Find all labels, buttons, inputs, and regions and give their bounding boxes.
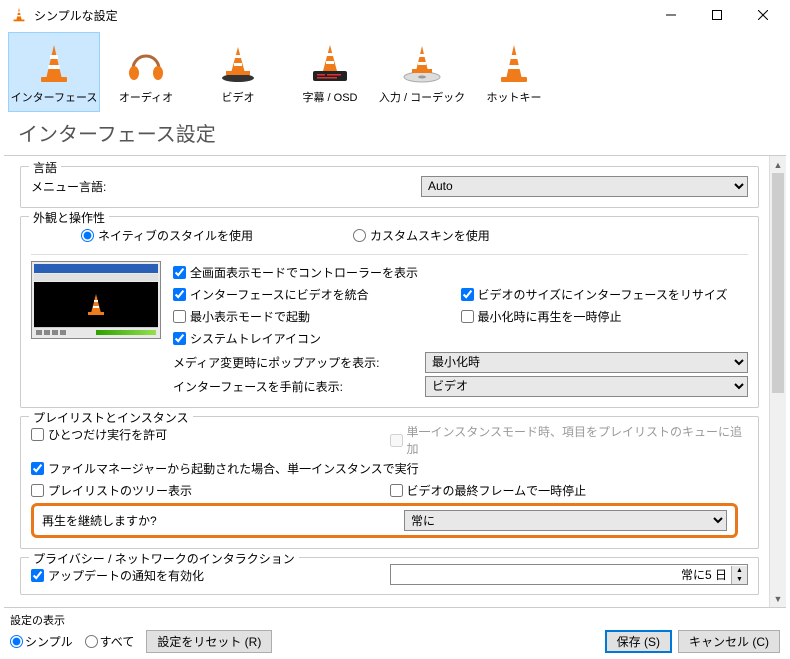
tab-hotkeys[interactable]: ホットキー bbox=[468, 32, 560, 112]
chk-filemanager-single[interactable]: ファイルマネージャーから起動された場合、単一インスタンスで実行 bbox=[31, 457, 748, 479]
minimize-button[interactable] bbox=[648, 0, 694, 30]
chk-pause-minimized[interactable]: 最小化時に再生を一時停止 bbox=[461, 305, 749, 327]
titlebar: シンプルな設定 bbox=[0, 0, 790, 30]
chk-fullscreen-controller[interactable]: 全画面表示モードでコントローラーを表示 bbox=[173, 261, 748, 283]
interface-preview bbox=[31, 261, 161, 339]
tab-video[interactable]: ビデオ bbox=[192, 32, 284, 112]
chk-systray-icon[interactable]: システムトレイアイコン bbox=[173, 327, 461, 349]
cone-icon bbox=[490, 43, 538, 85]
cone-icon bbox=[30, 43, 78, 85]
tab-label: ホットキー bbox=[487, 89, 542, 105]
radio-all[interactable]: すべて bbox=[85, 633, 135, 650]
tab-label: ビデオ bbox=[222, 89, 255, 105]
settings-content: 言語 メニュー言語: Auto 外観と操作性 ネイティブのスタイルを使用 カスタ… bbox=[4, 156, 769, 607]
vertical-scrollbar[interactable]: ▲ ▼ bbox=[769, 156, 786, 607]
tab-label: 入力 / コーデック bbox=[379, 89, 465, 105]
group-legend: プレイリストとインスタンス bbox=[29, 409, 193, 426]
save-button[interactable]: 保存 (S) bbox=[605, 630, 672, 653]
cone-icon bbox=[398, 43, 446, 85]
radio-custom-skin[interactable]: カスタムスキンを使用 bbox=[353, 227, 490, 244]
continue-playback-label: 再生を継続しますか? bbox=[42, 512, 404, 529]
scroll-thumb[interactable] bbox=[772, 173, 784, 393]
menu-language-select[interactable]: Auto bbox=[421, 176, 748, 197]
settings-display-label: 設定の表示 bbox=[10, 610, 780, 630]
radio-simple[interactable]: シンプル bbox=[10, 633, 73, 650]
group-playlist: プレイリストとインスタンス ひとつだけ実行を許可 単一インスタンスモード時、項目… bbox=[20, 416, 759, 549]
front-select[interactable]: ビデオ bbox=[425, 376, 748, 397]
chk-minimal-start[interactable]: 最小表示モードで起動 bbox=[173, 305, 461, 327]
update-days-input[interactable] bbox=[391, 568, 732, 582]
chk-one-instance[interactable]: ひとつだけ実行を許可 bbox=[31, 423, 390, 445]
chk-update-notify[interactable]: アップデートの通知を有効化 bbox=[31, 564, 390, 586]
chk-embed-video[interactable]: インターフェースにビデオを統合 bbox=[173, 283, 461, 305]
popup-select[interactable]: 最小化時 bbox=[425, 352, 748, 373]
close-button[interactable] bbox=[740, 0, 786, 30]
subtitle-icon bbox=[306, 43, 354, 85]
app-icon bbox=[10, 6, 28, 24]
tab-label: 字幕 / OSD bbox=[302, 89, 357, 105]
tab-interface[interactable]: インターフェース bbox=[8, 32, 100, 112]
chk-playlist-tree[interactable]: プレイリストのツリー表示 bbox=[31, 479, 390, 501]
page-title: インターフェース設定 bbox=[0, 112, 790, 155]
scroll-down-arrow[interactable]: ▼ bbox=[770, 590, 786, 607]
menu-language-label: メニュー言語: bbox=[31, 178, 421, 195]
tab-input-codecs[interactable]: 入力 / コーデック bbox=[376, 32, 468, 112]
group-language: 言語 メニュー言語: Auto bbox=[20, 166, 759, 208]
group-privacy: プライバシー / ネットワークのインタラクション アップデートの通知を有効化 ▲… bbox=[20, 557, 759, 595]
scroll-track[interactable] bbox=[770, 173, 786, 590]
cancel-button[interactable]: キャンセル (C) bbox=[678, 630, 780, 653]
spin-up[interactable]: ▲ bbox=[731, 566, 747, 575]
spin-down[interactable]: ▼ bbox=[731, 575, 747, 584]
window-title: シンプルな設定 bbox=[34, 7, 648, 24]
maximize-button[interactable] bbox=[694, 0, 740, 30]
scroll-up-arrow[interactable]: ▲ bbox=[770, 156, 786, 173]
group-legend: 言語 bbox=[29, 159, 61, 176]
category-tabs: インターフェース オーディオ ビデオ 字幕 / OSD 入力 / コーデック ホ… bbox=[0, 30, 790, 112]
chk-pause-last-frame[interactable]: ビデオの最終フレームで一時停止 bbox=[390, 479, 749, 501]
front-label: インターフェースを手前に表示: bbox=[173, 378, 425, 395]
reset-button[interactable]: 設定をリセット (R) bbox=[146, 630, 272, 653]
tab-subtitles[interactable]: 字幕 / OSD bbox=[284, 32, 376, 112]
group-legend: プライバシー / ネットワークのインタラクション bbox=[29, 550, 299, 567]
continue-playback-row: 再生を継続しますか? 常に bbox=[31, 503, 738, 538]
headphones-icon bbox=[122, 43, 170, 85]
continue-playback-select[interactable]: 常に bbox=[404, 510, 727, 531]
tab-audio[interactable]: オーディオ bbox=[100, 32, 192, 112]
radio-native-style[interactable]: ネイティブのスタイルを使用 bbox=[81, 227, 253, 244]
popup-label: メディア変更時にポップアップを表示: bbox=[173, 354, 425, 371]
update-days-spinner[interactable]: ▲▼ bbox=[390, 564, 749, 585]
footer: 設定の表示 シンプル すべて 設定をリセット (R) 保存 (S) キャンセル … bbox=[4, 607, 786, 659]
tab-label: インターフェース bbox=[11, 89, 98, 105]
cone-icon bbox=[214, 43, 262, 85]
chk-enqueue-items: 単一インスタンスモード時、項目をプレイリストのキューに追加 bbox=[390, 423, 749, 457]
group-legend: 外観と操作性 bbox=[29, 209, 109, 226]
group-appearance: 外観と操作性 ネイティブのスタイルを使用 カスタムスキンを使用 全画面表示モード… bbox=[20, 216, 759, 408]
tab-label: オーディオ bbox=[119, 89, 173, 105]
chk-resize-interface[interactable]: ビデオのサイズにインターフェースをリサイズ bbox=[461, 283, 749, 305]
